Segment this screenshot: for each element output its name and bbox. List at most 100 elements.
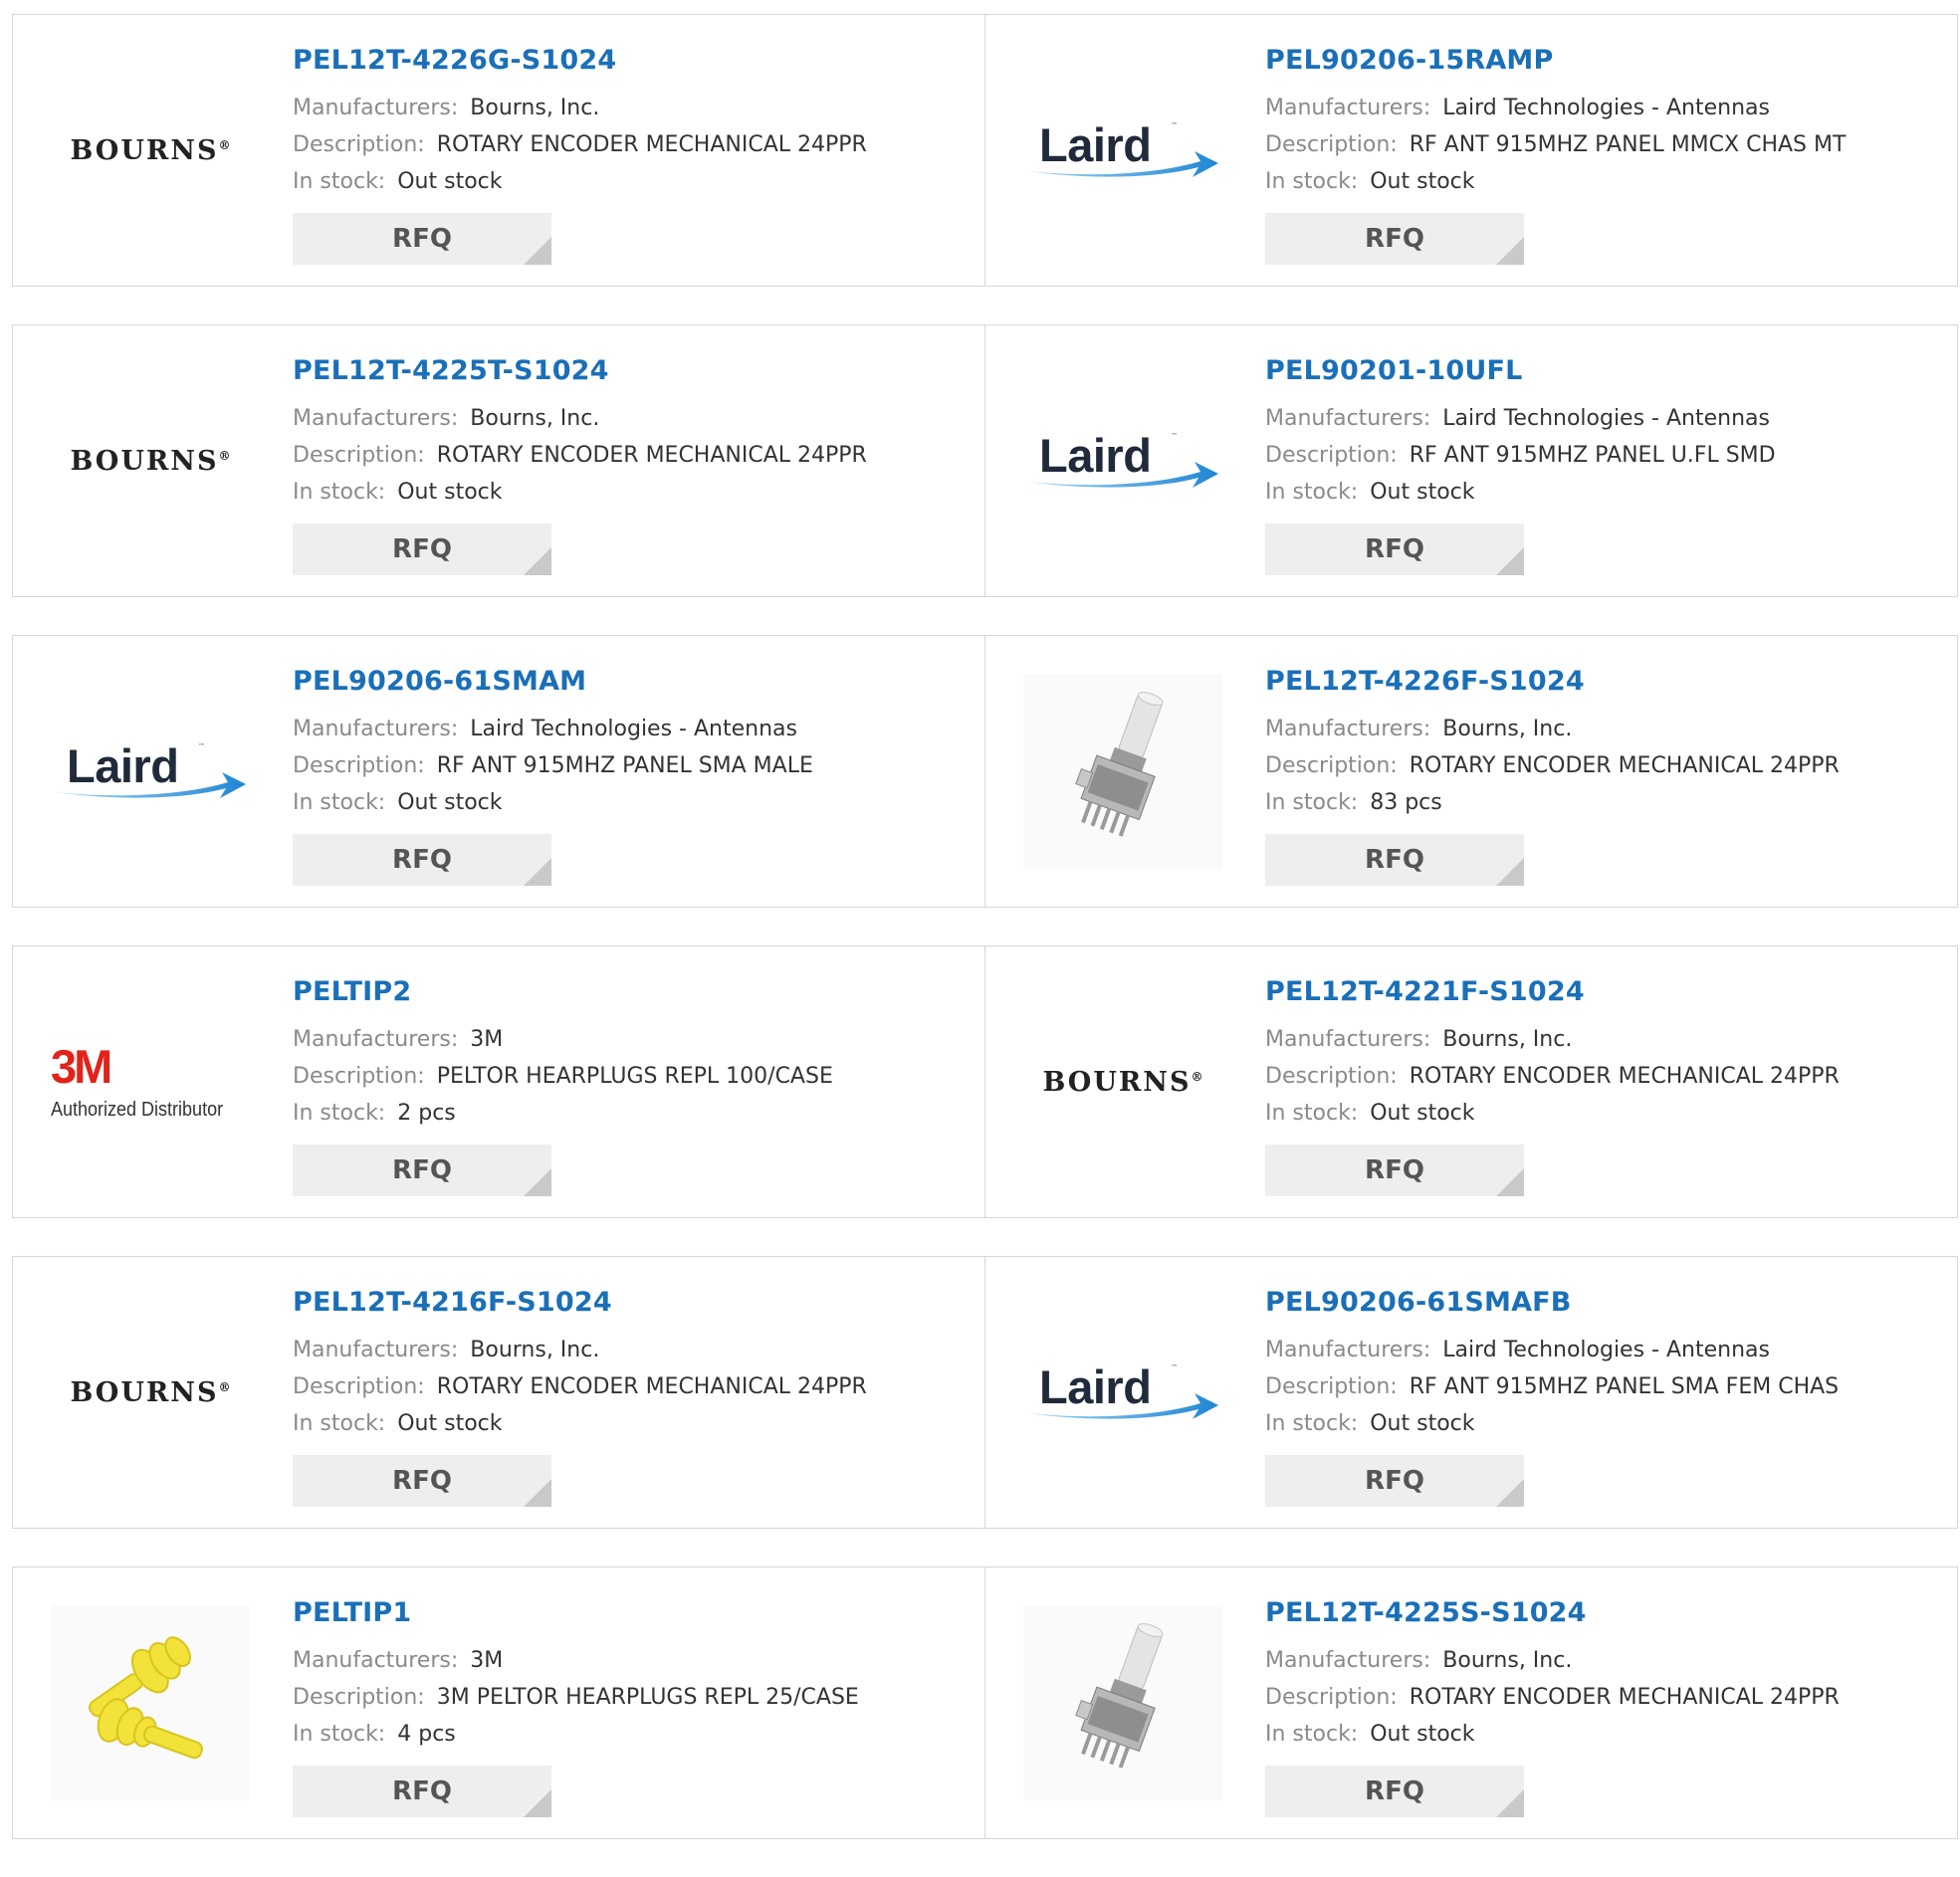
part-number-link[interactable]: PEL12T-4226G-S1024 [293,45,975,76]
product-card: BOURNS® PEL12T-4225T-S1024 Manufacturers… [12,324,985,597]
manufacturer-logo[interactable]: Laird ™ [51,674,250,869]
part-number-link[interactable]: PEL12T-4216F-S1024 [293,1287,975,1318]
description-line: Description: ROTARY ENCODER MECHANICAL 24… [293,1374,975,1400]
product-info: PEL12T-4226F-S1024 Manufacturers: Bourns,… [1265,666,1947,886]
description-line: Description: ROTARY ENCODER MECHANICAL 24… [1265,753,1947,779]
stock-line: In stock: Out stock [293,480,975,506]
stock-line: In stock: Out stock [1265,480,1947,506]
part-number-link[interactable]: PEL12T-4225S-S1024 [1265,1597,1947,1628]
manufacturer-line: Manufacturers: Bourns, Inc. [293,1338,975,1363]
stock-label: In stock: [293,790,386,815]
rfq-label: RFQ [392,224,452,254]
manufacturer-line: Manufacturers: 3M [293,1027,975,1053]
manufacturer-label: Manufacturers: [293,96,459,120]
product-row: BOURNS® PEL12T-4226G-S1024 Manufacturers… [12,14,1960,287]
manufacturer-logo[interactable] [1023,674,1222,869]
manufacturer-logo[interactable] [1023,1605,1222,1800]
part-number-link[interactable]: PELTIP1 [293,1597,975,1628]
description-line: Description: RF ANT 915MHZ PANEL MMCX CHA… [1265,132,1947,158]
description-line: Description: RF ANT 915MHZ PANEL SMA MALE [293,753,975,779]
stock-value: Out stock [397,1411,503,1436]
part-number-link[interactable]: PEL90206-15RAMP [1265,45,1947,76]
rfq-button[interactable]: RFQ [1265,1766,1524,1817]
manufacturer-logo[interactable] [51,1605,250,1800]
rfq-button[interactable]: RFQ [1265,834,1524,886]
product-row: BOURNS® PEL12T-4216F-S1024 Manufacturers… [12,1256,1960,1529]
part-number-link[interactable]: PEL90206-61SMAFB [1265,1287,1947,1318]
rfq-label: RFQ [1365,845,1424,875]
stock-value: Out stock [1370,1722,1475,1747]
product-grid: BOURNS® PEL12T-4226G-S1024 Manufacturers… [12,14,1960,1877]
product-info: PEL12T-4226G-S1024 Manufacturers: Bourns,… [293,45,975,265]
product-info: PEL12T-4216F-S1024 Manufacturers: Bourns,… [293,1287,975,1507]
manufacturer-logo[interactable]: BOURNS® [51,363,250,558]
part-number-link[interactable]: PEL90201-10UFL [1265,355,1947,386]
bourns-logo: BOURNS® [70,446,230,477]
rfq-label: RFQ [1365,534,1424,564]
rfq-button[interactable]: RFQ [293,834,551,886]
rfq-button[interactable]: RFQ [293,523,551,575]
stock-line: In stock: Out stock [1265,1411,1947,1437]
part-number-link[interactable]: PEL12T-4225T-S1024 [293,355,975,386]
part-number-link[interactable]: PEL90206-61SMAM [293,666,975,697]
3m-logo-mark: 3M [51,1039,112,1093]
product-info: PEL12T-4225S-S1024 Manufacturers: Bourns,… [1265,1597,1947,1817]
rfq-corner-decoration [524,858,551,886]
description-label: Description: [1265,753,1398,778]
stock-value: Out stock [397,790,503,815]
manufacturer-logo[interactable]: BOURNS® [51,1295,250,1490]
manufacturer-value: 3M [470,1027,504,1052]
bourns-logo: BOURNS® [1042,1067,1202,1098]
product-info: PEL90206-61SMAM Manufacturers: Laird Tech… [293,666,975,886]
rfq-button[interactable]: RFQ [293,213,551,265]
trademark-mark: ™ [1171,432,1178,440]
product-card: Laird ™ PEL90206-61SMAFB Manufacturers: L… [984,1256,1958,1529]
trademark-mark: ™ [198,742,205,750]
part-number-link[interactable]: PELTIP2 [293,976,975,1007]
stock-value: 2 pcs [397,1101,456,1126]
manufacturer-logo[interactable]: Laird ™ [1023,1295,1222,1490]
product-info: PEL90206-61SMAFB Manufacturers: Laird Tec… [1265,1287,1947,1507]
rfq-corner-decoration [524,1789,551,1817]
rfq-corner-decoration [1496,237,1524,265]
description-line: Description: ROTARY ENCODER MECHANICAL 24… [1265,1064,1947,1090]
stock-value: Out stock [1370,1411,1475,1436]
manufacturer-label: Manufacturers: [293,1648,459,1673]
manufacturer-label: Manufacturers: [293,717,459,741]
part-number-link[interactable]: PEL12T-4221F-S1024 [1265,976,1947,1007]
stock-line: In stock: 4 pcs [293,1722,975,1748]
rfq-button[interactable]: RFQ [1265,213,1524,265]
manufacturer-label: Manufacturers: [1265,406,1431,431]
manufacturer-logo[interactable]: BOURNS® [51,53,250,248]
rfq-button[interactable]: RFQ [293,1145,551,1196]
part-number-link[interactable]: PEL12T-4226F-S1024 [1265,666,1947,697]
description-line: Description: PELTOR HEARPLUGS REPL 100/CA… [293,1064,975,1090]
product-row: PELTIP1 Manufacturers: 3M Description: 3M … [12,1566,1960,1839]
rfq-button[interactable]: RFQ [1265,1145,1524,1196]
stock-label: In stock: [1265,1101,1359,1126]
rfq-corner-decoration [524,1479,551,1507]
description-value: RF ANT 915MHZ PANEL U.FL SMD [1409,443,1776,468]
manufacturer-line: Manufacturers: Laird Technologies - Anten… [1265,96,1947,121]
stock-value: Out stock [1370,480,1475,505]
manufacturer-logo[interactable]: 3M Authorized Distributor [51,984,250,1179]
laird-swoosh-icon [1027,151,1218,177]
rfq-button[interactable]: RFQ [1265,523,1524,575]
rfq-label: RFQ [392,845,452,875]
rfq-button[interactable]: RFQ [293,1455,551,1507]
rfq-button[interactable]: RFQ [1265,1455,1524,1507]
manufacturer-value: Laird Technologies - Antennas [470,717,797,741]
rfq-button[interactable]: RFQ [293,1766,551,1817]
description-value: PELTOR HEARPLUGS REPL 100/CASE [436,1064,833,1089]
manufacturer-logo[interactable]: BOURNS® [1023,984,1222,1179]
3m-authorized-logo: 3M Authorized Distributor [51,1039,250,1122]
manufacturer-logo[interactable]: Laird ™ [1023,53,1222,248]
description-value: ROTARY ENCODER MECHANICAL 24PPR [436,132,867,157]
manufacturer-logo[interactable]: Laird ™ [1023,363,1222,558]
manufacturer-line: Manufacturers: Bourns, Inc. [1265,1027,1947,1053]
manufacturer-label: Manufacturers: [1265,717,1431,741]
manufacturer-value: Bourns, Inc. [470,96,600,120]
product-card: 3M Authorized Distributor PELTIP2 Manufa… [12,945,985,1218]
description-value: ROTARY ENCODER MECHANICAL 24PPR [1409,1064,1840,1089]
stock-label: In stock: [293,1722,386,1747]
